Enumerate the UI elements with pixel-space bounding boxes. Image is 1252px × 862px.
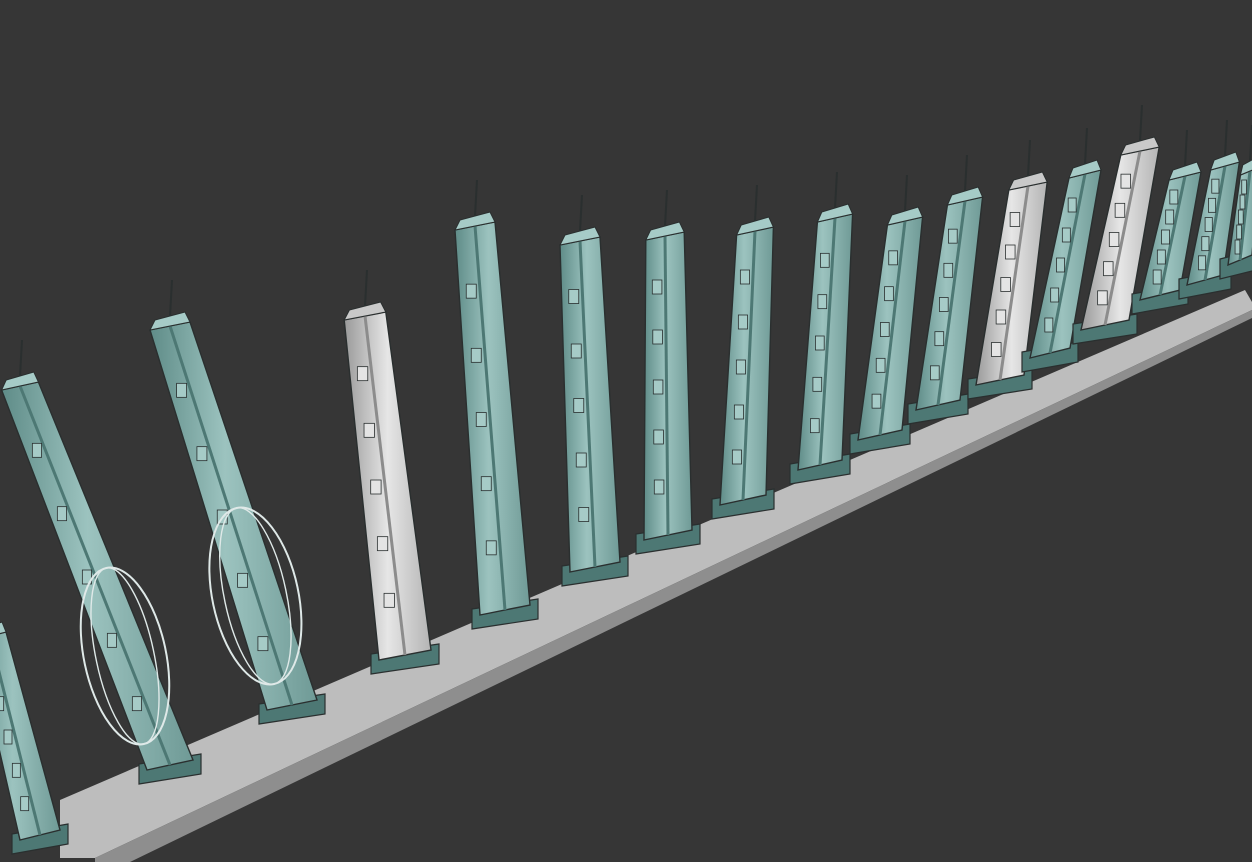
tower-panel: [820, 252, 830, 268]
tower-panel: [1198, 255, 1207, 271]
tower-panel: [1238, 209, 1244, 225]
tower-panel: [815, 335, 825, 351]
tower-panel: [1000, 277, 1011, 292]
tower-panel: [370, 479, 382, 495]
tower-panel: [575, 452, 587, 468]
tower-panel: [0, 696, 5, 712]
tower-panel: [56, 506, 67, 522]
tower-panel: [884, 286, 894, 302]
tower-panel: [1241, 179, 1247, 195]
tower-panel: [1114, 202, 1126, 218]
tower-panel: [1108, 232, 1120, 247]
tower-panel: [934, 331, 945, 347]
tower-panel: [812, 376, 823, 392]
tower-panel: [1152, 269, 1162, 285]
tower-panel: [888, 250, 898, 266]
tower-panel: [875, 357, 886, 373]
tower-panel: [995, 309, 1007, 325]
tower-panel: [3, 729, 13, 745]
tower-panel: [817, 294, 828, 310]
tower-panel: [1097, 290, 1108, 306]
tower-panel: [570, 343, 582, 359]
tower-panel: [383, 592, 395, 608]
tower-panel: [573, 398, 585, 413]
tower-panel: [106, 632, 117, 648]
tower-panel: [568, 289, 580, 304]
tower-panel: [480, 476, 492, 492]
tower-panel: [176, 382, 187, 398]
tower-panel: [1061, 227, 1071, 243]
tower-panel: [731, 449, 742, 465]
tower-panel: [651, 279, 663, 295]
tower-panel: [1044, 317, 1054, 333]
tower-panel: [1050, 287, 1060, 303]
tower-panel: [1236, 224, 1242, 240]
tower-panel: [739, 269, 750, 285]
tower-panel: [1005, 244, 1016, 260]
tower-panel: [1234, 239, 1241, 255]
tower-panel: [475, 412, 487, 427]
tower-panel: [1067, 197, 1077, 213]
tower-panel: [737, 314, 748, 330]
tower-panel: [237, 572, 248, 588]
tower-panel: [196, 446, 208, 462]
tower-panel: [465, 283, 477, 299]
tower-panel: [257, 636, 269, 652]
tower-panel: [871, 393, 882, 409]
tower-panel: [356, 366, 369, 382]
tower-panel: [652, 329, 663, 345]
tower-panel: [1211, 178, 1220, 194]
tower-panel: [880, 322, 890, 337]
tower-panel: [376, 536, 389, 552]
tower-panel: [810, 418, 820, 434]
tower-panel: [20, 796, 30, 812]
tower-panel: [1120, 173, 1131, 189]
tower-panel: [1156, 249, 1166, 265]
tower-panel: [131, 696, 142, 712]
tower-panel: [991, 342, 1002, 357]
tower-panel: [11, 762, 21, 778]
tower-panel: [1056, 257, 1065, 273]
tower-panel: [1208, 197, 1217, 213]
tower-panel: [653, 479, 665, 495]
tower-panel: [578, 507, 590, 522]
tower-panel: [930, 365, 940, 381]
tower-panel: [485, 540, 497, 556]
tower-panel: [948, 228, 958, 244]
tower-panel: [735, 359, 746, 375]
tower-panel: [1201, 236, 1210, 252]
tower-panel: [652, 379, 664, 395]
tower-panel: [1169, 189, 1179, 205]
tower-panel: [653, 429, 664, 445]
tower-panel: [733, 404, 744, 420]
tower-panel: [363, 422, 375, 438]
tower-panel: [31, 442, 42, 458]
tower-panel: [943, 262, 954, 278]
tower-panel: [1204, 217, 1213, 232]
render-viewport: [0, 0, 1252, 862]
tower-panel: [1239, 194, 1246, 210]
tower-panel: [1103, 261, 1114, 277]
tower-panel: [470, 347, 482, 363]
tower-panel: [1161, 229, 1170, 245]
tower-panel: [1009, 212, 1021, 227]
tower-panel: [939, 297, 949, 312]
tower-panel: [1165, 209, 1175, 225]
